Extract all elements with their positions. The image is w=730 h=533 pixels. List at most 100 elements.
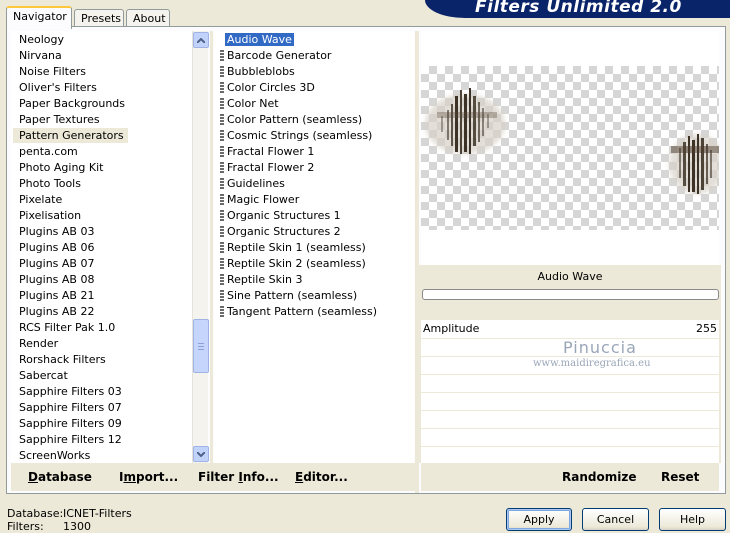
category-item[interactable]: Paper Textures [13, 112, 104, 127]
filter-item-label: Organic Structures 1 [227, 209, 341, 222]
watermark-name: Pinuccia [563, 338, 637, 357]
category-item[interactable]: Render [13, 336, 62, 351]
filter-item[interactable]: Fractal Flower 2 [219, 160, 314, 175]
scroll-down-button[interactable] [193, 446, 209, 462]
category-item[interactable]: Noise Filters [13, 64, 90, 79]
filter-item[interactable]: Organic Structures 1 [219, 208, 341, 223]
scroll-up-button[interactable] [193, 32, 209, 48]
filter-item[interactable]: Cosmic Strings (seamless) [219, 128, 372, 143]
category-item[interactable]: Oliver's Filters [13, 80, 101, 95]
filter-item-label: Barcode Generator [227, 49, 332, 62]
category-item[interactable]: ScreenWorks [13, 448, 94, 463]
editor-button[interactable]: Editor... [295, 470, 348, 484]
category-item[interactable]: Neology [13, 32, 68, 47]
category-item[interactable]: Plugins AB 03 [13, 224, 98, 239]
list-bullet-icon [220, 226, 224, 237]
category-item[interactable]: Sapphire Filters 07 [13, 400, 126, 415]
category-item[interactable]: Photo Aging Kit [13, 160, 107, 175]
category-item[interactable]: Plugins AB 08 [13, 272, 98, 287]
list-bullet-icon [220, 194, 224, 205]
filter-item-label: Organic Structures 2 [227, 225, 341, 238]
category-item[interactable]: Plugins AB 06 [13, 240, 98, 255]
filter-item-label: Reptile Skin 3 [227, 273, 303, 286]
filter-item[interactable]: Audio Wave [219, 32, 294, 47]
category-item[interactable]: Pixelate [13, 192, 66, 207]
database-label: Database: [7, 507, 64, 520]
help-button[interactable]: Help [659, 508, 726, 531]
preview-margin-bottom [421, 230, 719, 265]
list-bullet-icon [220, 146, 224, 157]
category-item[interactable]: Photo Tools [13, 176, 85, 191]
list-divider [210, 31, 213, 463]
category-item[interactable]: Plugins AB 22 [13, 304, 98, 319]
filter-item[interactable]: Color Circles 3D [219, 80, 315, 95]
category-item[interactable]: penta.com [13, 144, 82, 159]
filter-item[interactable]: Fractal Flower 1 [219, 144, 314, 159]
filter-item[interactable]: Reptile Skin 1 (seamless) [219, 240, 366, 255]
category-item[interactable]: Pixelisation [13, 208, 85, 223]
filter-item[interactable]: Bubbleblobs [219, 64, 295, 79]
category-item[interactable]: Rorshack Filters [13, 352, 110, 367]
filter-item[interactable]: Color Pattern (seamless) [219, 112, 362, 127]
list-bullet-icon [220, 82, 224, 93]
filter-info-button[interactable]: Filter Info... [198, 470, 279, 484]
cancel-button[interactable]: Cancel [582, 508, 649, 531]
navigator-button-bar: Database Import... Filter Info... Editor… [11, 463, 415, 491]
filter-item[interactable]: Barcode Generator [219, 48, 331, 63]
category-item[interactable]: Sapphire Filters 03 [13, 384, 126, 399]
category-scrollbar[interactable] [192, 31, 209, 463]
list-bullet-icon [220, 114, 224, 125]
category-item[interactable]: Sapphire Filters 12 [13, 432, 126, 447]
list-bullet-icon [220, 66, 224, 77]
filters-count-label: Filters: [7, 520, 44, 533]
filter-list[interactable]: Audio Wave Barcode Generator Bubbleblobs Co… [214, 31, 414, 463]
list-bullet-icon [220, 210, 224, 221]
list-bullet-icon [220, 162, 224, 173]
list-bullet-icon [220, 274, 224, 285]
filter-item-label: Cosmic Strings (seamless) [227, 129, 373, 142]
list-bullet-icon [220, 242, 224, 253]
list-bullet-icon [220, 98, 224, 109]
filter-item[interactable]: Reptile Skin 3 [219, 272, 302, 287]
filter-item[interactable]: Organic Structures 2 [219, 224, 341, 239]
category-item[interactable]: Sapphire Filters 09 [13, 416, 126, 431]
filter-item-label: Reptile Skin 1 (seamless) [227, 241, 366, 254]
filter-item[interactable]: Guidelines [219, 176, 285, 191]
category-item[interactable]: Pattern Generators [13, 128, 128, 143]
filter-item-label: Color Circles 3D [227, 81, 315, 94]
list-bullet-icon [220, 50, 224, 61]
chevron-up-icon [197, 37, 205, 43]
list-bullet-icon [220, 306, 224, 317]
category-item[interactable]: Paper Backgrounds [13, 96, 129, 111]
category-list[interactable]: Neology Nirvana Noise Filters Oliver's Filt… [11, 31, 193, 463]
filter-item-label: Audio Wave [225, 33, 294, 46]
filter-item[interactable]: Sine Pattern (seamless) [219, 288, 357, 303]
filter-item[interactable]: Color Net [219, 96, 279, 111]
list-bullet-icon [220, 178, 224, 189]
progress-bar [422, 289, 719, 300]
database-button[interactable]: Database [28, 470, 92, 484]
filter-item[interactable]: Magic Flower [219, 192, 299, 207]
filter-item[interactable]: Tangent Pattern (seamless) [219, 304, 377, 319]
reset-button[interactable]: Reset [661, 470, 699, 484]
category-item[interactable]: RCS Filter Pak 1.0 [13, 320, 119, 335]
category-item[interactable]: Nirvana [13, 48, 66, 63]
category-item[interactable]: Plugins AB 21 [13, 288, 98, 303]
filter-item-label: Bubbleblobs [227, 65, 295, 78]
import-button[interactable]: Import... [119, 470, 178, 484]
apply-button[interactable]: Apply [506, 508, 572, 531]
database-value: ICNET-Filters [63, 507, 132, 520]
category-item[interactable]: Plugins AB 07 [13, 256, 98, 271]
preview-canvas [421, 66, 719, 230]
category-item[interactable]: Sabercat [13, 368, 72, 383]
filter-item-label: Fractal Flower 1 [227, 145, 315, 158]
scroll-thumb[interactable] [193, 319, 209, 373]
audio-wave-preview [425, 88, 719, 194]
parameter-row-amplitude[interactable]: Amplitude 255 [421, 320, 719, 338]
preview-button-bar: Randomize Reset [421, 463, 719, 491]
randomize-button[interactable]: Randomize [562, 470, 636, 484]
watermark-url: www.maidiregrafica.eu [533, 358, 651, 369]
tab-navigator[interactable]: Navigator [6, 6, 72, 29]
filter-item-label: Color Pattern (seamless) [227, 113, 363, 126]
filter-item[interactable]: Reptile Skin 2 (seamless) [219, 256, 366, 271]
